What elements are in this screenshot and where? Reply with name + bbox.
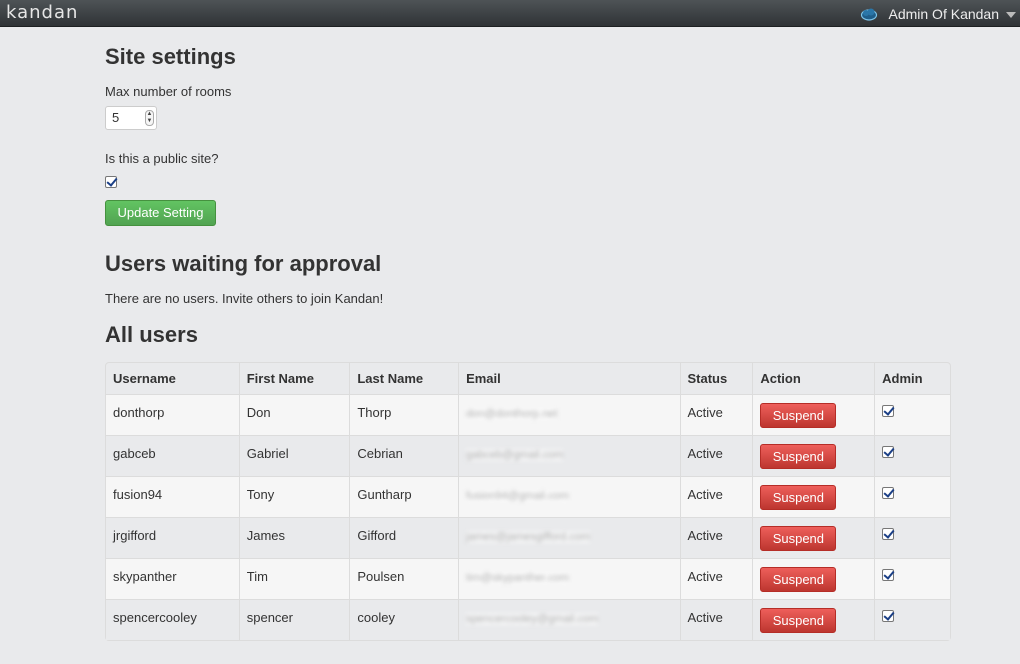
- email-value: gabceb@gmail.com: [466, 449, 564, 461]
- cell-admin: [874, 476, 950, 517]
- cell-first-name: Don: [238, 394, 350, 435]
- email-value: tim@skypanther.com: [466, 572, 569, 584]
- email-value: don@donthorp.net: [466, 408, 558, 420]
- users-table: Username First Name Last Name Email Stat…: [105, 362, 951, 641]
- cell-status: Active: [679, 599, 753, 640]
- cell-username: fusion94: [106, 476, 239, 517]
- table-row: skypanther Tim Poulsen tim@skypanther.co…: [106, 558, 950, 599]
- cell-first-name: spencer: [238, 599, 350, 640]
- cell-admin: [874, 394, 950, 435]
- cell-last-name: Thorp: [349, 394, 459, 435]
- cell-first-name: Gabriel: [238, 435, 350, 476]
- cell-status: Active: [679, 517, 753, 558]
- table-row: spencercooley spencer cooley spencercool…: [106, 599, 950, 640]
- no-users-message: There are no users. Invite others to joi…: [105, 291, 384, 306]
- col-first-name: First Name: [238, 363, 350, 394]
- cell-username: jrgifford: [106, 517, 239, 558]
- table-header-row: Username First Name Last Name Email Stat…: [106, 363, 950, 394]
- cell-action: Suspend: [752, 558, 875, 599]
- user-menu[interactable]: Admin Of Kandan: [860, 5, 1016, 23]
- cell-action: Suspend: [752, 435, 875, 476]
- cell-status: Active: [679, 476, 753, 517]
- suspend-button[interactable]: Suspend: [760, 485, 837, 510]
- cell-action: Suspend: [752, 476, 875, 517]
- max-rooms-value: 5: [112, 110, 120, 125]
- max-rooms-input[interactable]: 5 ▲ ▼: [105, 106, 157, 130]
- cell-admin: [874, 435, 950, 476]
- admin-checkbox[interactable]: [882, 528, 895, 540]
- site-settings-title: Site settings: [105, 44, 236, 69]
- suspend-button[interactable]: Suspend: [760, 403, 837, 428]
- suspend-button[interactable]: Suspend: [760, 567, 837, 592]
- cell-email: tim@skypanther.com: [458, 558, 680, 599]
- cell-admin: [874, 599, 950, 640]
- public-site-label: Is this a public site?: [105, 151, 219, 166]
- cell-action: Suspend: [752, 394, 875, 435]
- caret-down-icon: [1006, 12, 1016, 18]
- cell-email: james@jamesgifford.com: [458, 517, 680, 558]
- col-last-name: Last Name: [349, 363, 458, 394]
- waiting-users-title: Users waiting for approval: [105, 251, 382, 276]
- cell-username: donthorp: [106, 394, 239, 435]
- cell-first-name: James: [238, 517, 350, 558]
- cell-admin: [874, 517, 950, 558]
- admin-checkbox[interactable]: [882, 405, 895, 417]
- cell-status: Active: [679, 435, 753, 476]
- user-name: Admin Of Kandan: [888, 6, 999, 22]
- cell-last-name: Gifford: [349, 517, 459, 558]
- cell-first-name: Tony: [238, 476, 350, 517]
- cell-email: spencercooley@gmail.com: [458, 599, 680, 640]
- number-spinner[interactable]: ▲ ▼: [145, 110, 154, 126]
- cell-last-name: cooley: [349, 599, 459, 640]
- kandan-logo[interactable]: kandan: [6, 2, 78, 23]
- cell-last-name: Guntharp: [349, 476, 459, 517]
- suspend-button[interactable]: Suspend: [760, 608, 837, 633]
- admin-checkbox[interactable]: [882, 487, 895, 499]
- all-users-title: All users: [105, 322, 198, 347]
- email-value: james@jamesgifford.com: [466, 531, 591, 543]
- col-username: Username: [113, 371, 176, 386]
- cell-first-name: Tim: [238, 558, 350, 599]
- admin-checkbox[interactable]: [882, 446, 895, 458]
- admin-checkbox[interactable]: [882, 610, 895, 622]
- suspend-button[interactable]: Suspend: [760, 526, 837, 551]
- email-value: fusion94@gmail.com: [466, 490, 569, 502]
- table-row: fusion94 Tony Guntharp fusion94@gmail.co…: [106, 476, 950, 517]
- cell-last-name: Cebrian: [349, 435, 459, 476]
- cell-action: Suspend: [752, 599, 875, 640]
- cell-username: spencercooley: [106, 599, 239, 640]
- max-rooms-label: Max number of rooms: [105, 84, 232, 99]
- admin-checkbox[interactable]: [882, 569, 895, 581]
- col-admin: Admin: [874, 363, 950, 394]
- cell-action: Suspend: [752, 517, 875, 558]
- cloud-icon: [861, 8, 878, 21]
- cell-email: don@donthorp.net: [458, 394, 680, 435]
- update-setting-button[interactable]: Update Setting: [105, 200, 216, 226]
- email-value: spencercooley@gmail.com: [466, 613, 599, 625]
- col-status: Status: [679, 363, 753, 394]
- cell-username: skypanther: [106, 558, 239, 599]
- top-navbar: kandan Admin Of Kandan: [0, 0, 1020, 27]
- cell-status: Active: [679, 394, 753, 435]
- suspend-button[interactable]: Suspend: [760, 444, 837, 469]
- table-row: donthorp Don Thorp don@donthorp.net Acti…: [106, 394, 950, 435]
- cell-email: fusion94@gmail.com: [458, 476, 680, 517]
- table-row: jrgifford James Gifford james@jamesgiffo…: [106, 517, 950, 558]
- col-action: Action: [752, 363, 874, 394]
- cell-username: gabceb: [106, 435, 239, 476]
- cell-status: Active: [679, 558, 753, 599]
- col-email: Email: [458, 363, 679, 394]
- table-row: gabceb Gabriel Cebrian gabceb@gmail.com …: [106, 435, 950, 476]
- cell-last-name: Poulsen: [349, 558, 459, 599]
- cell-email: gabceb@gmail.com: [458, 435, 680, 476]
- public-site-checkbox[interactable]: [105, 176, 117, 188]
- cell-admin: [874, 558, 950, 599]
